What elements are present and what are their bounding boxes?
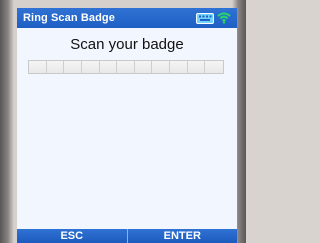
status-icons [196, 11, 231, 25]
badge-input-field[interactable] [28, 60, 224, 74]
softkey-bar: ESC ENTER [17, 229, 237, 243]
badge-input-cell [46, 61, 65, 73]
badge-input-cell [170, 61, 188, 73]
badge-input-cell [99, 61, 118, 73]
keyboard-icon [196, 12, 214, 24]
badge-input-cell [64, 61, 82, 73]
badge-input-cell [117, 61, 135, 73]
badge-input-cell [205, 61, 223, 73]
badge-input-cell [134, 61, 153, 73]
wifi-icon [217, 12, 231, 24]
badge-input-cell [29, 61, 47, 73]
enter-button[interactable]: ENTER [126, 229, 237, 243]
esc-button[interactable]: ESC [17, 229, 127, 243]
device-screen: Ring Scan Badge Scan your badge ESC ENTE… [17, 8, 237, 243]
badge-input-cell [81, 61, 100, 73]
handheld-device: Ring Scan Badge Scan your badge ESC ENTE… [0, 0, 246, 243]
title-bar: Ring Scan Badge [17, 8, 237, 28]
app-title: Ring Scan Badge [23, 12, 115, 24]
badge-input-cell [152, 61, 171, 73]
badge-input-cell [187, 61, 206, 73]
scan-badge-prompt: Scan your badge [70, 36, 184, 53]
